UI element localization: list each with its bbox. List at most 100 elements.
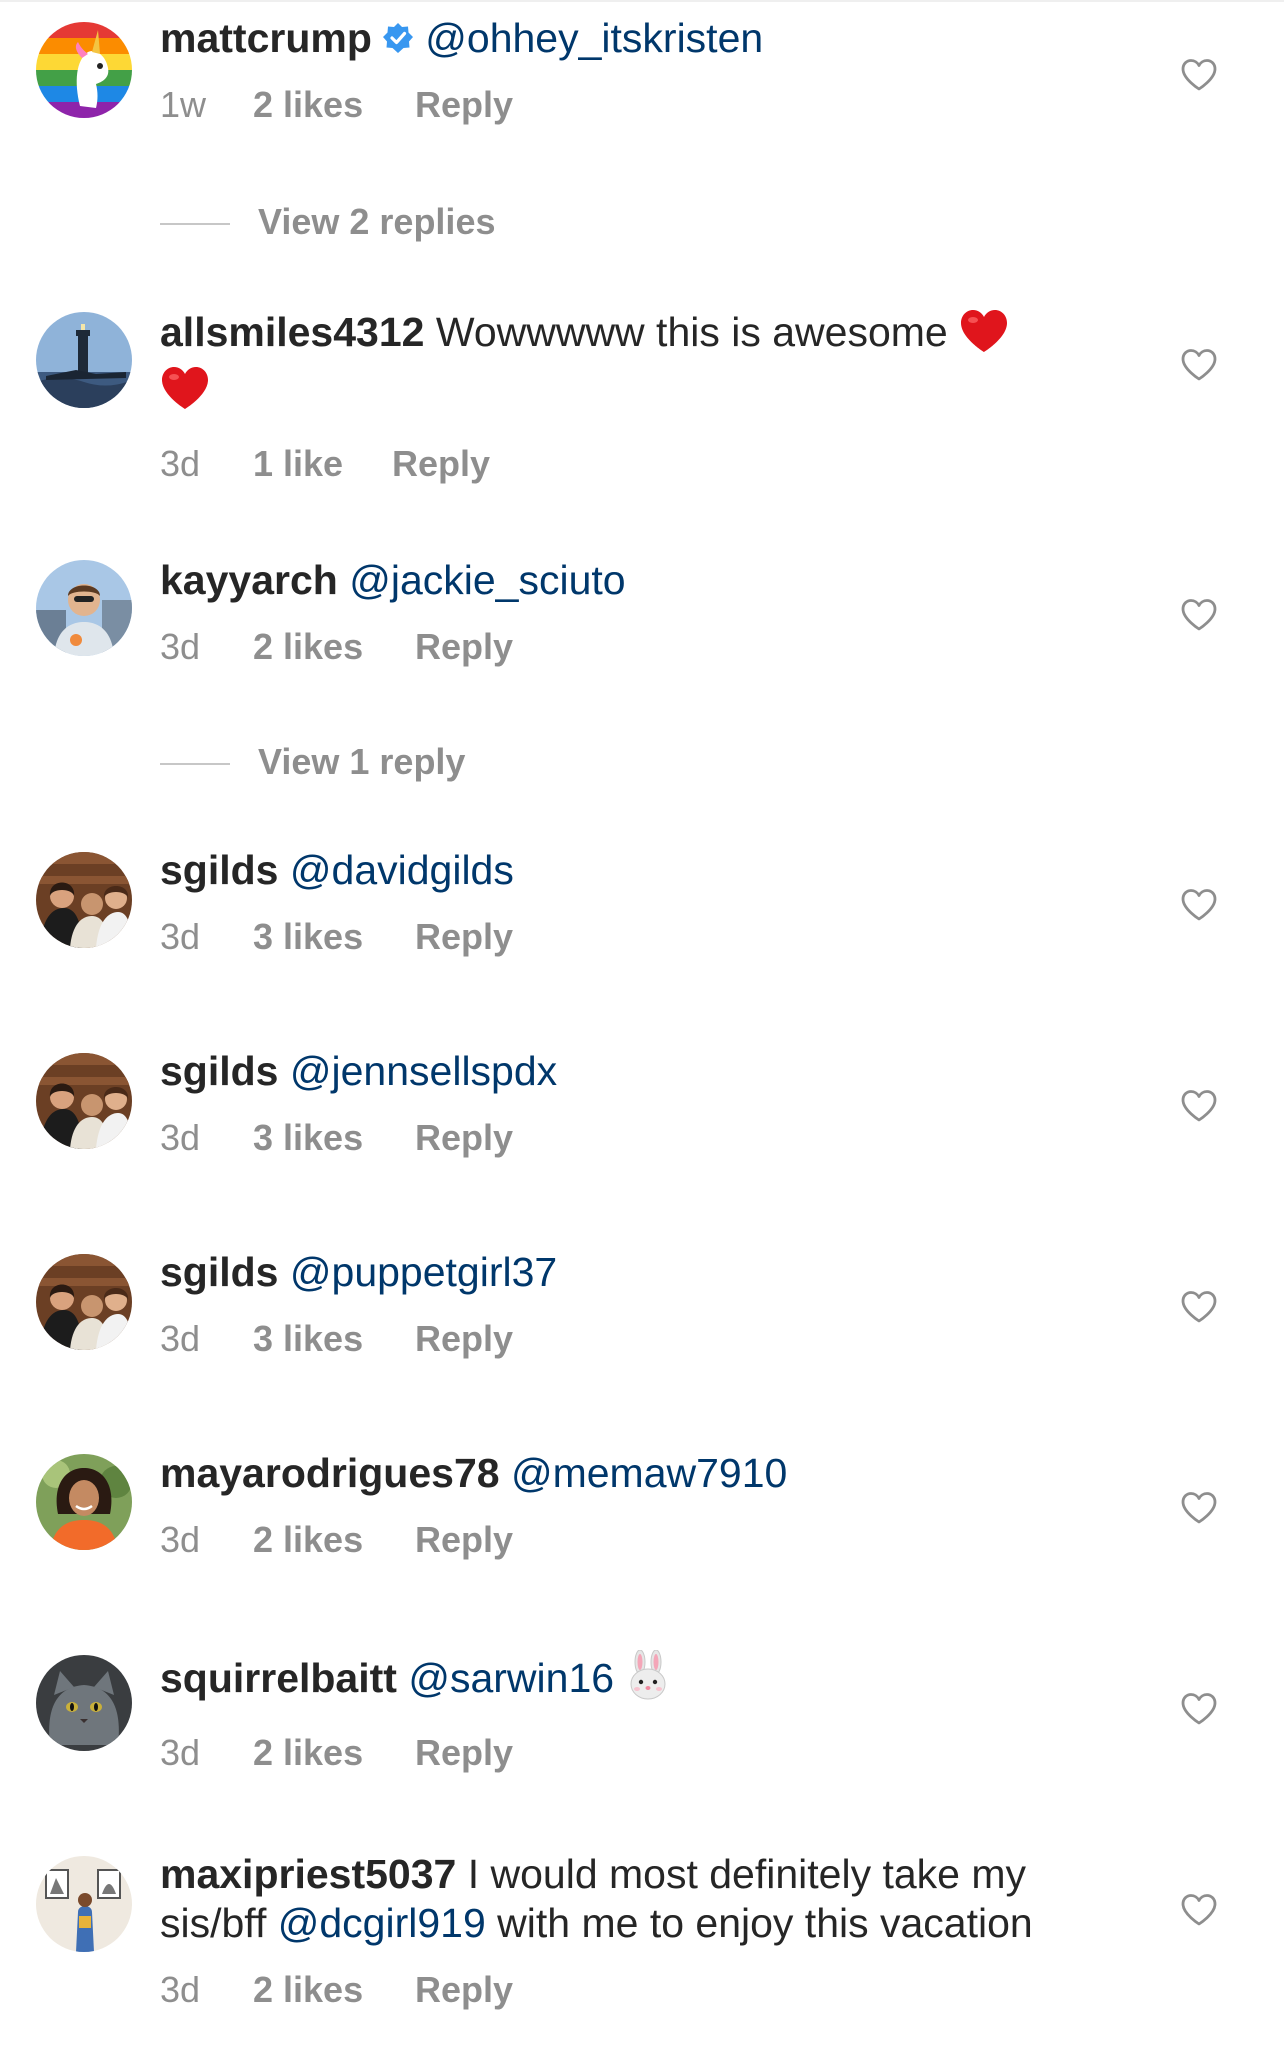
reply-button[interactable]: Reply [415, 1116, 513, 1160]
mention-link[interactable]: @ohhey_itskristen [425, 15, 763, 61]
reply-button[interactable]: Reply [415, 1968, 513, 2012]
avatar[interactable] [36, 1254, 132, 1350]
top-divider [0, 0, 1284, 2]
comment-body: sgilds @jennsellspdx 3d 3 likes Reply [160, 1047, 1120, 1160]
comment-body: mattcrump @ohhey_itskristen 1w 2 likes Rep… [160, 14, 1120, 127]
reply-button[interactable]: Reply [415, 83, 513, 127]
heart-outline-icon[interactable] [1180, 1290, 1218, 1324]
mention-link[interactable]: @jackie_sciuto [349, 557, 625, 603]
comment-likes-count[interactable]: 1 like [253, 442, 392, 486]
avatar[interactable] [36, 1454, 132, 1550]
comment-meta: 3d 2 likes Reply [160, 1968, 1120, 2012]
comment-text: sgilds @jennsellspdx [160, 1047, 1120, 1096]
comment-username[interactable]: maxipriest5037 [160, 1851, 456, 1897]
woman-avatar-icon [36, 1454, 132, 1550]
comment-meta: 3d 2 likes Reply [160, 1518, 1120, 1562]
view-replies-button[interactable]: View 1 reply [160, 740, 860, 784]
comment-body: mayarodrigues78 @memaw7910 3d 2 likes Repl… [160, 1449, 1120, 1562]
comment-meta: 3d 3 likes Reply [160, 915, 1120, 959]
replies-divider [160, 223, 230, 226]
reply-button[interactable]: Reply [415, 915, 513, 959]
comment-body: sgilds @davidgilds 3d 3 likes Reply [160, 846, 1120, 959]
comment-body: squirrelbaitt @sarwin16 3d 2 likes Reply [160, 1649, 1120, 1775]
rabbit-face-emoji [625, 1649, 671, 1711]
comment-text: maxipriest5037 I would most definitely t… [160, 1850, 1120, 1948]
comment-body: kayyarch @jackie_sciuto 3d 2 likes Reply [160, 556, 1120, 669]
heart-outline-icon[interactable] [1180, 1089, 1218, 1123]
heart-outline-icon[interactable] [1180, 58, 1218, 92]
comment-likes-count[interactable]: 3 likes [253, 1116, 415, 1160]
comment-likes-count[interactable]: 2 likes [253, 1968, 415, 2012]
heart-outline-icon[interactable] [1180, 348, 1218, 382]
comment-likes-count[interactable]: 2 likes [253, 1518, 415, 1562]
red-heart-emoji [959, 308, 1009, 365]
comment-message: sis/bff [160, 1900, 267, 1946]
comment-message: with me to enjoy this vacation [497, 1900, 1033, 1946]
comment-likes-count[interactable]: 3 likes [253, 1317, 415, 1361]
comment-time: 3d [160, 1969, 201, 2010]
comment-username[interactable]: kayyarch [160, 557, 338, 603]
person-avatar-icon [36, 560, 132, 656]
heart-outline-icon[interactable] [1180, 598, 1218, 632]
reply-button[interactable]: Reply [415, 1317, 513, 1361]
comment-username[interactable]: sgilds [160, 1249, 278, 1295]
comment-text: mattcrump @ohhey_itskristen [160, 14, 1120, 63]
group-photo-avatar-icon [36, 852, 132, 948]
heart-outline-icon[interactable] [1180, 1692, 1218, 1726]
comment-time: 3d [160, 916, 201, 957]
comment-username[interactable]: sgilds [160, 847, 278, 893]
comment-text: allsmiles4312 Wowwwww this is awesome [160, 308, 1120, 422]
reply-button[interactable]: Reply [392, 442, 490, 486]
mention-link[interactable]: @davidgilds [290, 847, 514, 893]
comment-message: I would most definitely take my [467, 1851, 1027, 1897]
heart-outline-icon[interactable] [1180, 1491, 1218, 1525]
mention-link[interactable]: @dcgirl919 [278, 1900, 486, 1946]
group-photo-avatar-icon [36, 1254, 132, 1350]
verified-badge-icon [382, 16, 414, 53]
artwork-room-avatar-icon [36, 1856, 132, 1952]
avatar[interactable] [36, 22, 132, 118]
avatar[interactable] [36, 560, 132, 656]
mention-link[interactable]: @sarwin16 [408, 1655, 614, 1701]
lighthouse-avatar-icon [36, 312, 132, 408]
comment-time: 3d [160, 1519, 201, 1560]
comment-text: sgilds @puppetgirl37 [160, 1248, 1120, 1297]
reply-button[interactable]: Reply [415, 1731, 513, 1775]
avatar[interactable] [36, 312, 132, 408]
comment-username[interactable]: squirrelbaitt [160, 1655, 397, 1701]
comment-meta: 3d 3 likes Reply [160, 1317, 1120, 1361]
avatar[interactable] [36, 1655, 132, 1751]
comment-text: sgilds @davidgilds [160, 846, 1120, 895]
heart-outline-icon[interactable] [1180, 888, 1218, 922]
comment-message: Wowwwww this is awesome [435, 309, 948, 355]
comment-time: 3d [160, 626, 201, 667]
group-photo-avatar-icon [36, 1053, 132, 1149]
comment-username[interactable]: sgilds [160, 1048, 278, 1094]
heart-outline-icon[interactable] [1180, 1893, 1218, 1927]
mention-link[interactable]: @jennsellspdx [290, 1048, 557, 1094]
red-heart-emoji [160, 365, 210, 422]
comment-likes-count[interactable]: 2 likes [253, 1731, 415, 1775]
mention-link[interactable]: @puppetgirl37 [290, 1249, 557, 1295]
view-replies-label: View 2 replies [258, 201, 496, 242]
comment-likes-count[interactable]: 2 likes [253, 83, 415, 127]
unicorn-avatar-icon [36, 22, 132, 118]
gray-cat-avatar-icon [36, 1655, 132, 1751]
mention-link[interactable]: @memaw7910 [511, 1450, 787, 1496]
comment-meta: 3d 3 likes Reply [160, 1116, 1120, 1160]
avatar[interactable] [36, 852, 132, 948]
reply-button[interactable]: Reply [415, 1518, 513, 1562]
comment-likes-count[interactable]: 3 likes [253, 915, 415, 959]
comment-username[interactable]: mattcrump [160, 15, 372, 61]
comment-username[interactable]: allsmiles4312 [160, 309, 424, 355]
comment-text: kayyarch @jackie_sciuto [160, 556, 1120, 605]
comment-time: 1w [160, 84, 207, 125]
comment-username[interactable]: mayarodrigues78 [160, 1450, 500, 1496]
avatar[interactable] [36, 1856, 132, 1952]
view-replies-button[interactable]: View 2 replies [160, 200, 860, 244]
comment-likes-count[interactable]: 2 likes [253, 625, 415, 669]
avatar[interactable] [36, 1053, 132, 1149]
reply-button[interactable]: Reply [415, 625, 513, 669]
comment-time: 3d [160, 1117, 201, 1158]
replies-divider [160, 763, 230, 766]
